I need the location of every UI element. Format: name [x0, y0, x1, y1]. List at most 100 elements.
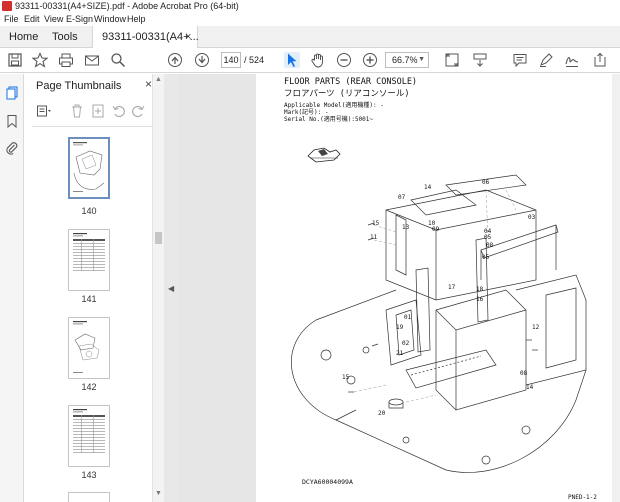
thumbnail-page-140[interactable] — [68, 137, 110, 199]
page-title-en: FLOOR PARTS (REAR CONSOLE) — [284, 77, 418, 87]
menu-edit[interactable]: Edit — [24, 12, 40, 26]
callout: 07 — [398, 194, 406, 201]
thumbnail-drawing — [73, 142, 105, 192]
thumbnail-table — [73, 409, 105, 453]
rotate-clockwise-icon[interactable] — [130, 103, 146, 119]
thumbnail-table — [73, 233, 105, 271]
share-icon[interactable] — [592, 52, 608, 68]
insert-page-icon[interactable] — [90, 103, 106, 119]
thumbnail-label: 142 — [81, 382, 97, 392]
exploded-parts-diagram — [291, 174, 587, 473]
sign-icon[interactable] — [564, 52, 580, 68]
navigation-rail — [0, 74, 24, 502]
thumbnail-page-144[interactable] — [68, 492, 110, 502]
scroll-mode-icon[interactable] — [472, 52, 488, 68]
email-icon[interactable] — [84, 52, 100, 68]
tab-bar: Home Tools 93311-00331(A4+... × — [0, 26, 620, 48]
thumbnail-label: 143 — [81, 470, 97, 480]
search-icon[interactable] — [110, 52, 126, 68]
callout: 02 — [402, 340, 410, 347]
thumbnail-drawing — [73, 321, 100, 373]
tab-document[interactable]: 93311-00331(A4+... × — [92, 26, 199, 48]
thumbnail-options-icon[interactable] — [36, 103, 52, 119]
callout: 08 — [520, 370, 528, 377]
tab-tools[interactable]: Tools — [52, 26, 78, 48]
figure-code: DCYA60004099A — [302, 478, 353, 486]
callout: 15 — [342, 374, 350, 381]
callout: 14 — [526, 384, 534, 391]
callout: 01 — [404, 314, 412, 321]
bookmarks-icon[interactable] — [5, 114, 19, 128]
thumbnail-label: 141 — [81, 294, 97, 304]
scroll-down-arrow-icon[interactable]: ▼ — [155, 490, 162, 497]
tab-home[interactable]: Home — [9, 26, 38, 48]
menu-view[interactable]: View — [44, 12, 63, 26]
callout: 14 — [424, 184, 432, 191]
callout: 15 — [372, 220, 380, 227]
page-separator: / — [244, 55, 247, 65]
comment-icon[interactable] — [512, 52, 528, 68]
callout: 13 — [402, 224, 410, 231]
save-icon[interactable] — [7, 52, 23, 68]
window-title: 93311-00331(A4+SIZE).pdf - Adobe Acrobat… — [15, 1, 239, 11]
zoom-level-select[interactable]: 66.7% ▼ — [385, 52, 429, 68]
callout: 17 — [448, 284, 456, 291]
callout: 08 — [486, 242, 494, 249]
callout: 06 — [482, 179, 490, 186]
acrobat-app-icon — [2, 1, 12, 11]
close-icon[interactable]: × — [145, 77, 152, 91]
delete-page-icon[interactable] — [69, 103, 85, 119]
menu-bar: File Edit View E-Sign Window Help — [0, 12, 620, 26]
highlight-pen-icon[interactable] — [538, 52, 554, 68]
tab-close-icon[interactable]: × — [185, 26, 191, 48]
zoom-out-icon[interactable] — [336, 52, 352, 68]
menu-esign[interactable]: E-Sign — [66, 12, 93, 26]
chevron-down-icon: ▼ — [418, 56, 425, 63]
page-thumbnails-icon[interactable] — [5, 86, 19, 100]
main-toolbar: 140 / 524 66.7% ▼ — [0, 48, 620, 73]
callout: 19 — [396, 324, 404, 331]
menu-window[interactable]: Window — [94, 12, 126, 26]
total-pages: 524 — [249, 55, 265, 65]
next-page-icon[interactable] — [194, 52, 210, 68]
machine-location-icon — [307, 147, 341, 163]
callout: 11 — [370, 234, 378, 241]
previous-page-icon[interactable] — [167, 52, 183, 68]
document-scrollbar[interactable] — [612, 74, 620, 502]
panel-divider — [32, 126, 156, 127]
pdf-page: FLOOR PARTS (REAR CONSOLE) フロアパーツ (リアコンソ… — [256, 74, 612, 502]
select-cursor-icon[interactable] — [284, 52, 300, 68]
serial-number: Serial No.(適用号機):5001~ — [284, 116, 374, 123]
page-code: PNED-1-2 — [568, 494, 597, 501]
scrollbar-thumb[interactable] — [155, 232, 162, 244]
thumbnail-label: 140 — [81, 206, 97, 216]
rotate-counterclockwise-icon[interactable] — [111, 103, 127, 119]
menu-file[interactable]: File — [4, 12, 19, 26]
hand-tool-icon[interactable] — [310, 52, 326, 68]
collapse-left-arrow-icon[interactable]: ◀ — [168, 284, 174, 293]
callout: 05 — [482, 254, 490, 261]
page-count: / 524 — [244, 52, 264, 68]
page-thumbnails-panel: Page Thumbnails × 140 141 142 143 — [24, 74, 164, 502]
scroll-up-arrow-icon[interactable]: ▲ — [155, 76, 162, 83]
page-title-jp: フロアパーツ (リアコンソール) — [284, 89, 410, 99]
panel-title: Page Thumbnails — [36, 80, 122, 92]
menu-help[interactable]: Help — [127, 12, 146, 26]
zoom-in-icon[interactable] — [362, 52, 378, 68]
title-bar: 93311-00331(A4+SIZE).pdf - Adobe Acrobat… — [0, 0, 620, 12]
callout: 21 — [396, 350, 404, 357]
page-number-input[interactable]: 140 — [221, 52, 241, 68]
attachments-paperclip-icon[interactable] — [5, 141, 19, 155]
callout: 20 — [378, 410, 386, 417]
fit-page-icon[interactable] — [444, 52, 460, 68]
callout: 18 — [476, 286, 484, 293]
callout: 03 — [528, 214, 536, 221]
bookmark-star-icon[interactable] — [32, 52, 48, 68]
panel-collapse-strip[interactable]: ◀ — [164, 74, 178, 502]
thumbnail-page-141[interactable] — [68, 229, 110, 291]
thumbnail-page-142[interactable] — [68, 317, 110, 379]
thumbnails-scrollbar[interactable]: ▲ ▼ — [152, 74, 164, 502]
thumbnail-page-143[interactable] — [68, 405, 110, 467]
print-icon[interactable] — [58, 52, 74, 68]
zoom-level-value: 66.7% — [392, 55, 418, 65]
